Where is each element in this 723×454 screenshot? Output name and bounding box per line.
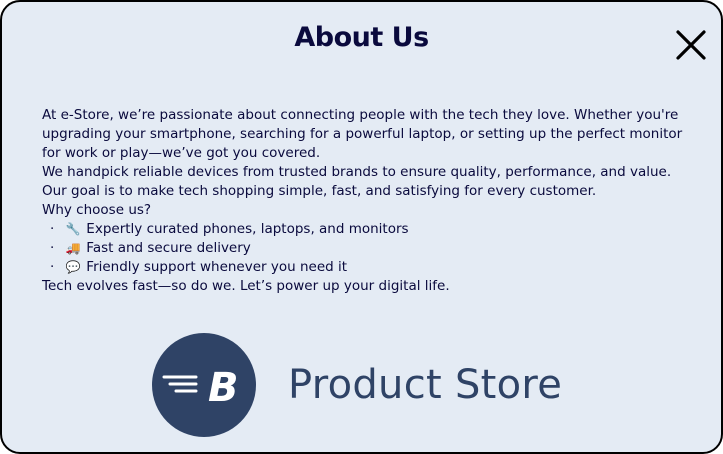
about-us-content: At e-Store, we’re passionate about conne… [42,106,702,296]
content-line: for work or play—we’ve got you covered. [42,145,321,161]
bullet-dot: · [50,221,55,237]
content-line: At e-Store, we’re passionate about conne… [42,107,679,123]
list-item: · 🚚 Fast and secure delivery [50,239,702,258]
bullet-dot: · [50,259,55,275]
feature-text: Fast and secure delivery [86,240,251,256]
bullet-dot: · [50,240,55,256]
close-button[interactable] [674,28,708,62]
logo-letter: B [208,365,239,411]
product-store-logo: B Product Store [152,333,612,437]
content-line: upgrading your smartphone, searching for… [42,126,683,142]
dialog-title: About Us [294,22,429,53]
brand-name: Product Store [288,362,563,408]
feature-text: Friendly support whenever you need it [86,259,348,275]
content-line: Our goal is to make tech shopping simple… [42,183,597,199]
logo-mark-icon: B [152,333,256,437]
why-choose-heading: Why choose us? [42,202,152,218]
close-icon [676,30,706,60]
delivery-truck-icon: 🚚 [65,241,81,255]
content-line: We handpick reliable devices from truste… [42,164,672,180]
feature-text: Expertly curated phones, laptops, and mo… [86,221,409,237]
list-item: · 🔧 Expertly curated phones, laptops, and… [50,220,702,239]
speech-bubble-icon: 💬 [65,260,81,274]
wrench-icon: 🔧 [65,222,81,236]
features-list: · 🔧 Expertly curated phones, laptops, and… [42,220,702,277]
list-item: · 💬 Friendly support whenever you need it [50,258,702,277]
closing-line: Tech evolves fast—so do we. Let’s power … [42,278,450,294]
about-us-dialog: About Us At e-Store, we’re passionate ab… [0,0,723,454]
